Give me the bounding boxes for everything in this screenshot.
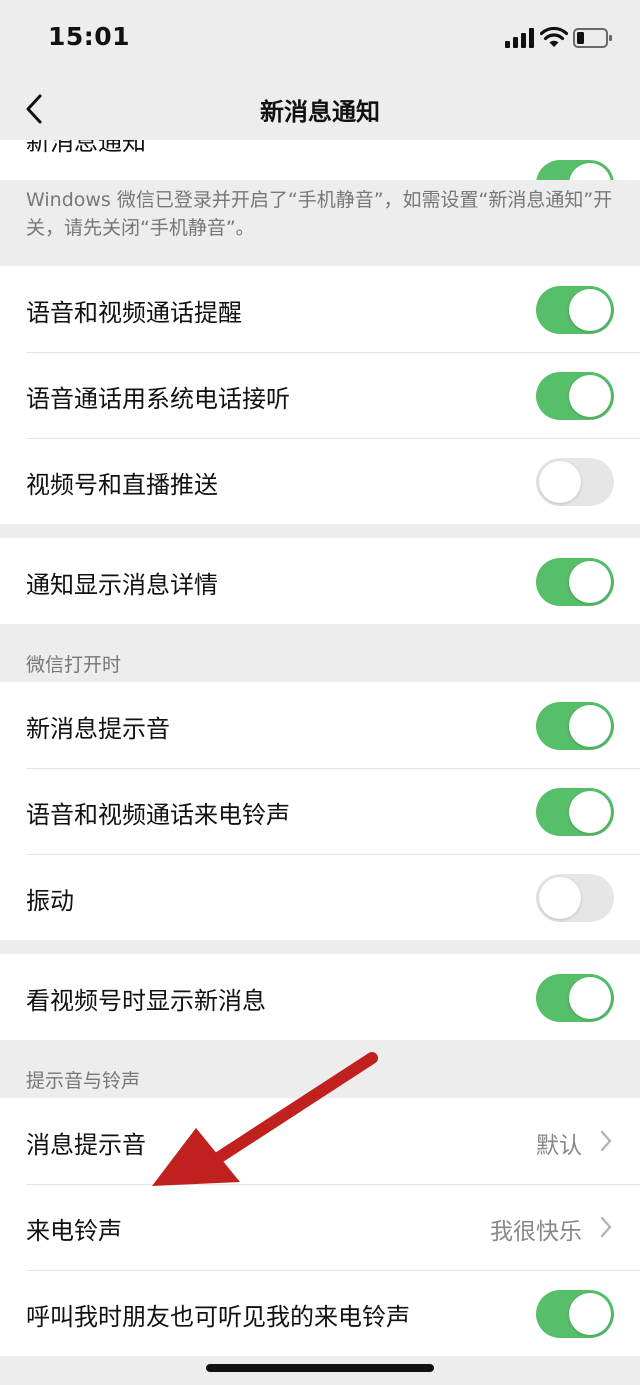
navigation-bar: 新消息通知 <box>0 78 640 140</box>
show-message-detail-toggle[interactable] <box>536 558 614 606</box>
list-item[interactable]: 视频号和直播推送 <box>0 438 640 524</box>
row-value: 默认 <box>536 1133 582 1159</box>
row-label: 新消息提示音 <box>26 715 170 743</box>
screen: 15:01 新消息通知 新消息通知 Windows 微信已登录并开启了“手机静音… <box>0 0 640 1385</box>
list-item[interactable]: 语音和视频通话来电铃声 <box>0 768 640 854</box>
list-item[interactable]: 语音通话用系统电话接听 <box>0 352 640 438</box>
row-label: 看视频号时显示新消息 <box>26 987 266 1015</box>
wechat-open-group: 新消息提示音 语音和视频通话来电铃声 振动 <box>0 682 640 940</box>
list-item[interactable]: 通知显示消息详情 <box>0 538 640 624</box>
chevron-right-icon <box>600 1130 612 1152</box>
status-bar: 15:01 <box>0 0 640 78</box>
chevron-right-icon <box>600 1216 612 1238</box>
vibration-toggle[interactable] <box>536 874 614 922</box>
list-item[interactable]: 语音和视频通话提醒 <box>0 266 640 352</box>
list-item[interactable]: 消息提示音 默认 <box>0 1098 640 1184</box>
list-item[interactable]: 看视频号时显示新消息 <box>0 954 640 1040</box>
row-label: 振动 <box>26 887 74 915</box>
status-time: 15:01 <box>48 22 131 51</box>
row-label: 语音和视频通话来电铃声 <box>26 801 290 829</box>
channels-live-push-toggle[interactable] <box>536 458 614 506</box>
list-item[interactable]: 振动 <box>0 854 640 940</box>
channels-message-group: 看视频号时显示新消息 <box>0 954 640 1040</box>
row-label: 视频号和直播推送 <box>26 471 218 499</box>
home-indicator[interactable] <box>206 1364 434 1372</box>
channels-show-message-toggle[interactable] <box>536 974 614 1022</box>
section-header-wechat-open: 微信打开时 <box>26 654 122 676</box>
call-settings-group: 语音和视频通话提醒 语音通话用系统电话接听 视频号和直播推送 <box>0 266 640 524</box>
message-sound-toggle[interactable] <box>536 702 614 750</box>
list-item[interactable]: 新消息提示音 <box>0 682 640 768</box>
list-item[interactable]: 来电铃声 我很快乐 <box>0 1184 640 1270</box>
new-message-notify-toggle[interactable] <box>536 160 614 180</box>
signal-icon <box>505 28 534 48</box>
row-label: 呼叫我时朋友也可听见我的来电铃声 <box>26 1303 410 1331</box>
row-label: 语音和视频通话提醒 <box>26 299 242 327</box>
wifi-icon <box>540 26 568 47</box>
new-message-notify-row[interactable]: 新消息通知 <box>0 140 640 180</box>
section-header-sounds: 提示音与铃声 <box>26 1070 141 1092</box>
row-label: 消息提示音 <box>26 1131 146 1159</box>
row-label: 语音通话用系统电话接听 <box>26 385 290 413</box>
row-label: 来电铃声 <box>26 1217 122 1245</box>
battery-icon <box>573 28 612 48</box>
sounds-group: 消息提示音 默认 来电铃声 我很快乐 呼叫我时朋友也可听见我的来电铃声 <box>0 1098 640 1356</box>
row-value: 我很快乐 <box>490 1219 582 1245</box>
row-label: 新消息通知 <box>26 140 146 156</box>
notification-detail-group: 通知显示消息详情 <box>0 538 640 624</box>
list-item[interactable]: 呼叫我时朋友也可听见我的来电铃声 <box>0 1270 640 1356</box>
mute-notice-text: Windows 微信已登录并开启了“手机静音”，如需设置“新消息通知”开关，请先… <box>26 189 613 239</box>
system-call-answer-toggle[interactable] <box>536 372 614 420</box>
row-label: 通知显示消息详情 <box>26 571 218 599</box>
call-ringtone-toggle[interactable] <box>536 788 614 836</box>
friend-hear-ringtone-toggle[interactable] <box>536 1290 614 1338</box>
page-title: 新消息通知 <box>260 98 380 126</box>
call-reminder-toggle[interactable] <box>536 286 614 334</box>
